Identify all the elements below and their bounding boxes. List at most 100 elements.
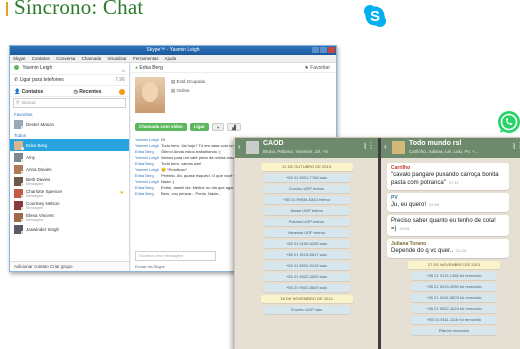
skype-sidebar: Yasmin Leigh ⌂ ✆ Ligar para telefones 7,… <box>10 63 130 271</box>
contact-name: Beth Davies <box>26 176 51 182</box>
profile-status-text: Online <box>176 88 190 93</box>
recent-badge <box>119 89 125 95</box>
system-message: +55 21 9150-6255 saiu <box>263 240 350 248</box>
menu-conversa[interactable]: Conversa <box>56 56 75 61</box>
online-status-icon <box>21 147 24 150</box>
call-phones-row[interactable]: ✆ Ligar para telefones 7,96 <box>10 74 129 85</box>
menu-visualizar[interactable]: Visualizar <box>107 56 126 61</box>
group-name[interactable]: Todo mundo rsl <box>409 140 461 147</box>
system-message: +55 21 9001-7768 saiu <box>263 174 350 182</box>
favorite-label: Favoritar <box>310 65 330 71</box>
contacts-icon: 👤 <box>14 89 22 95</box>
contact-name: Anna Davies <box>26 166 52 172</box>
message-bubble[interactable]: PV Ju, eu quero! 22:04 <box>387 193 509 212</box>
video-call-button[interactable]: Chamada com vídeo <box>135 123 187 131</box>
menu-ajuda[interactable]: Ajuda <box>165 56 177 61</box>
headline: Síncrono: Chat <box>6 0 144 19</box>
tab-contacts-label: Contatos <box>21 89 44 95</box>
user-status[interactable]: Yasmin Leigh ⌂ <box>10 63 129 74</box>
message-time: 22:24 <box>456 248 467 253</box>
headline-title: Síncrono: Chat <box>14 0 144 19</box>
profile-status: ▤ Online <box>171 88 190 93</box>
signal-icon[interactable]: ▟ <box>227 123 241 131</box>
call-phones-label: Ligar para telefones <box>19 77 64 83</box>
contact-item[interactable]: Amy <box>10 151 129 163</box>
message-sender: Erika Berg <box>135 191 154 196</box>
contact-item[interactable]: Anna Davies <box>10 163 129 175</box>
online-status-icon <box>21 207 24 210</box>
chat-body: 12 DE OUTUBRO DE 2013 +55 21 9001-7768 s… <box>235 158 378 349</box>
chat-header: ‹ CAOD Bruno, Paloma, Yasmine, Zé, +5 ⌇ … <box>235 138 378 158</box>
minimize-button[interactable] <box>312 47 319 53</box>
contact-name: Elena Vincent <box>26 212 54 218</box>
whatsapp-logo-icon <box>498 111 520 133</box>
online-status-icon <box>14 65 19 71</box>
group-all[interactable]: Todos <box>10 130 129 139</box>
menu-ferramentas[interactable]: Ferramentas <box>133 56 159 61</box>
contact-name: Dexter Mason <box>26 121 55 127</box>
send-via-skype[interactable]: Enviar via Skype <box>135 264 165 269</box>
profile-mood: ▤ Está Ocupada <box>171 79 206 84</box>
contact-item[interactable]: Elena Vincent Mensagem <box>10 211 129 223</box>
contact-item[interactable]: Jaswinder Singh <box>10 223 129 235</box>
group-favorites[interactable]: Favoritos <box>10 109 129 118</box>
message-text: *Emoticon* <box>167 167 187 172</box>
message-text: "cavalo pangare puxando carroça bonita p… <box>391 172 499 186</box>
whatsapp-chat-todo-mundo: ‹ Todo mundo rsl Carlinho, Juliana, Léi,… <box>381 138 520 349</box>
skype-menubar: Skype Contatos Conversa Chamada Visualiz… <box>10 55 336 63</box>
menu-skype[interactable]: Skype <box>13 56 26 61</box>
contact-mood: Mensagem <box>26 181 44 186</box>
maximize-button[interactable] <box>320 47 327 53</box>
tab-contacts[interactable]: 👤 Contatos <box>10 86 70 96</box>
add-participant-button[interactable]: + <box>211 123 225 131</box>
message-input[interactable]: Escreva uma mensagem <box>135 251 216 261</box>
date-divider: 12 DE OUTUBRO DE 2013 <box>260 163 353 171</box>
system-message: +55 21 9113-8617 saiu <box>263 251 350 259</box>
online-status-icon <box>21 159 24 162</box>
contact-item[interactable]: Dexter Mason <box>10 118 129 130</box>
tab-recent[interactable]: ◷ Recentes <box>70 86 130 96</box>
system-message: Jessie UDP entrou <box>263 207 350 215</box>
add-contact-bar[interactable]: Adicionar contato Criar grupo <box>10 261 129 271</box>
contact-name: Jaswinder Singh <box>26 226 60 232</box>
contact-profile: ▤ Está Ocupada ▤ Online <box>131 73 336 121</box>
favorite-button[interactable]: ★ Favoritar <box>304 63 330 73</box>
contact-item[interactable]: Courtney Nelson Mensagem <box>10 199 129 211</box>
group-name[interactable]: CAOD <box>263 140 284 147</box>
system-message: +55 21 9022-3053 saiu <box>263 273 350 281</box>
message-bubble[interactable]: Juliana Torano Depende do q vc quer.. 22:… <box>387 239 509 258</box>
system-message: Chuchu UDP saiu <box>263 306 350 314</box>
back-arrow-icon[interactable]: ‹ <box>384 143 387 151</box>
contact-item-selected[interactable]: Erika Berg <box>10 139 129 151</box>
system-message: Chuchu UDP entrou <box>263 185 350 193</box>
system-message: +55 21 9111-1116 foi removido <box>411 316 497 324</box>
contact-item[interactable]: Beth Davies Mensagem <box>10 175 129 187</box>
profile-mood-text: Está Ocupada <box>176 79 206 84</box>
sidebar-tabs: 👤 Contatos ◷ Recentes <box>10 85 129 97</box>
contact-name: Charlotte Spencer <box>26 188 63 194</box>
svg-text:S: S <box>370 8 380 25</box>
system-message: +55 21 8902-9143 saiu <box>263 262 350 270</box>
menu-contatos[interactable]: Contatos <box>32 56 50 61</box>
message-bubble[interactable]: Preciso saber quanto eu tenho de cota! =… <box>387 215 509 236</box>
date-divider: 27 DE NOVEMBRO DE 2013 <box>408 261 500 269</box>
system-message: +55 21 9002-1024 foi removido <box>411 305 497 313</box>
star-icon: ★ <box>119 190 124 196</box>
online-status-icon <box>21 195 24 198</box>
conversation-title: Erika Berg <box>139 65 163 71</box>
chat-body: Carrilho "cavalo pangare puxando carroça… <box>381 158 520 349</box>
group-avatar[interactable] <box>392 141 405 154</box>
close-button[interactable] <box>328 47 335 53</box>
more-options-icon[interactable]: ⋮ <box>367 142 375 150</box>
call-button[interactable]: Ligar <box>189 123 209 131</box>
message-bubble[interactable]: Carrilho "cavalo pangare puxando carroça… <box>387 163 509 190</box>
more-options-icon[interactable]: ⋮ <box>516 142 520 150</box>
group-avatar[interactable] <box>246 141 259 154</box>
contact-search-input[interactable]: ⚲ Buscar <box>13 98 126 108</box>
conversation-header: ● Erika Berg ★ Favoritar <box>131 63 336 73</box>
whatsapp-chat-caod: ‹ CAOD Bruno, Paloma, Yasmine, Zé, +5 ⌇ … <box>235 138 378 349</box>
online-status-icon <box>21 231 24 234</box>
contact-item[interactable]: Charlotte Spencer Mensagem ★ <box>10 187 129 199</box>
back-arrow-icon[interactable]: ‹ <box>238 143 241 151</box>
menu-chamada[interactable]: Chamada <box>82 56 102 61</box>
